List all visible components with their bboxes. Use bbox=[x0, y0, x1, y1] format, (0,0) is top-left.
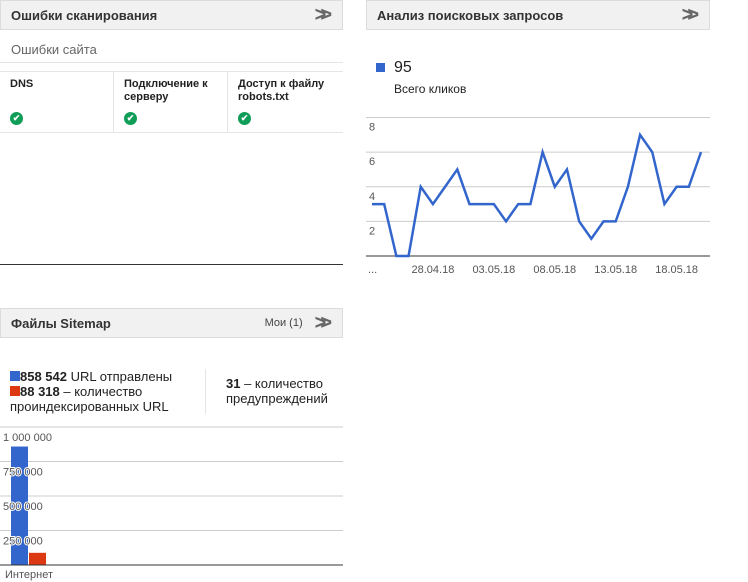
expand-chevron-icon[interactable]: >> bbox=[682, 4, 700, 27]
robots-label: Доступ к файлу robots.txt bbox=[238, 78, 325, 103]
check-icon: ✔ bbox=[10, 112, 23, 125]
clicks-line bbox=[372, 131, 703, 258]
x-tick-label: 13.05.18 bbox=[594, 264, 637, 276]
x-category-label: Интернет bbox=[5, 569, 53, 581]
dns-label: DNS bbox=[10, 78, 34, 90]
y-tick-label: 6 bbox=[369, 156, 375, 168]
site-errors-label: Ошибки сайта bbox=[11, 42, 97, 57]
submitted-label: URL отправлены bbox=[67, 369, 173, 384]
x-tick-label: 18.05.18 bbox=[655, 264, 698, 276]
sitemap-header: Файлы Sitemap Мои (1) >> bbox=[0, 308, 343, 338]
sitemap-title: Файлы Sitemap bbox=[11, 315, 111, 331]
sitemap-bar-chart: 250 000 500 000 750 000 1 000 000 Интернет bbox=[0, 426, 343, 581]
x-tick-label: 03.05.18 bbox=[472, 264, 515, 276]
y-tick-label: 250 000 bbox=[3, 536, 43, 548]
x-tick-label: 08.05.18 bbox=[533, 264, 576, 276]
check-icon: ✔ bbox=[238, 112, 251, 125]
x-tick-label: ... bbox=[368, 264, 377, 276]
y-tick-label: 8 bbox=[369, 122, 375, 134]
y-tick-label: 500 000 bbox=[3, 501, 43, 513]
expand-chevron-icon[interactable]: >> bbox=[315, 4, 333, 27]
server-label: Подключение к серверу bbox=[124, 78, 208, 103]
divider bbox=[0, 264, 343, 265]
warnings-count: 31 bbox=[226, 376, 241, 391]
y-tick-label: 2 bbox=[369, 225, 375, 237]
bar-indexed bbox=[29, 552, 46, 565]
warnings-label: – количество предупреждений bbox=[226, 376, 328, 406]
search-analytics-title: Анализ поисковых запросов bbox=[377, 7, 564, 23]
my-sitemaps-link[interactable]: Мои (1) bbox=[265, 317, 303, 329]
check-icon: ✔ bbox=[124, 112, 137, 125]
crawl-errors-title: Ошибки сканирования bbox=[11, 7, 158, 23]
crawl-errors-header: Ошибки сканирования >> bbox=[0, 0, 343, 30]
y-tick-label: 750 000 bbox=[3, 467, 43, 479]
search-analytics-header: Анализ поисковых запросов >> bbox=[366, 0, 710, 30]
legend-swatch-icon bbox=[376, 63, 385, 72]
server-cell[interactable]: Подключение к серверу ✔ bbox=[114, 72, 228, 132]
sitemap-legend: 858 542 URL отправлены 88 318 – количест… bbox=[10, 369, 190, 414]
indexed-count: 88 318 bbox=[20, 384, 60, 399]
indexed-swatch-icon bbox=[10, 386, 20, 396]
total-clicks-label: Всего кликов bbox=[394, 82, 467, 96]
robots-cell[interactable]: Доступ к файлу robots.txt ✔ bbox=[228, 72, 343, 132]
y-tick-label: 4 bbox=[369, 191, 375, 203]
expand-chevron-icon[interactable]: >> bbox=[315, 312, 333, 335]
submitted-swatch-icon bbox=[10, 371, 20, 381]
total-clicks: 95 bbox=[394, 59, 412, 76]
y-tick-label: 1 000 000 bbox=[3, 432, 52, 444]
x-tick-label: 28.04.18 bbox=[412, 264, 455, 276]
warnings-summary: 31 – количество предупреждений bbox=[226, 376, 341, 406]
clicks-line-chart: 2 4 6 8... 28.04.18 03.05.18 08.05.18 13.05.18 1… bbox=[366, 117, 710, 276]
submitted-count: 858 542 bbox=[20, 369, 67, 384]
dns-cell[interactable]: DNS ✔ bbox=[0, 72, 114, 132]
